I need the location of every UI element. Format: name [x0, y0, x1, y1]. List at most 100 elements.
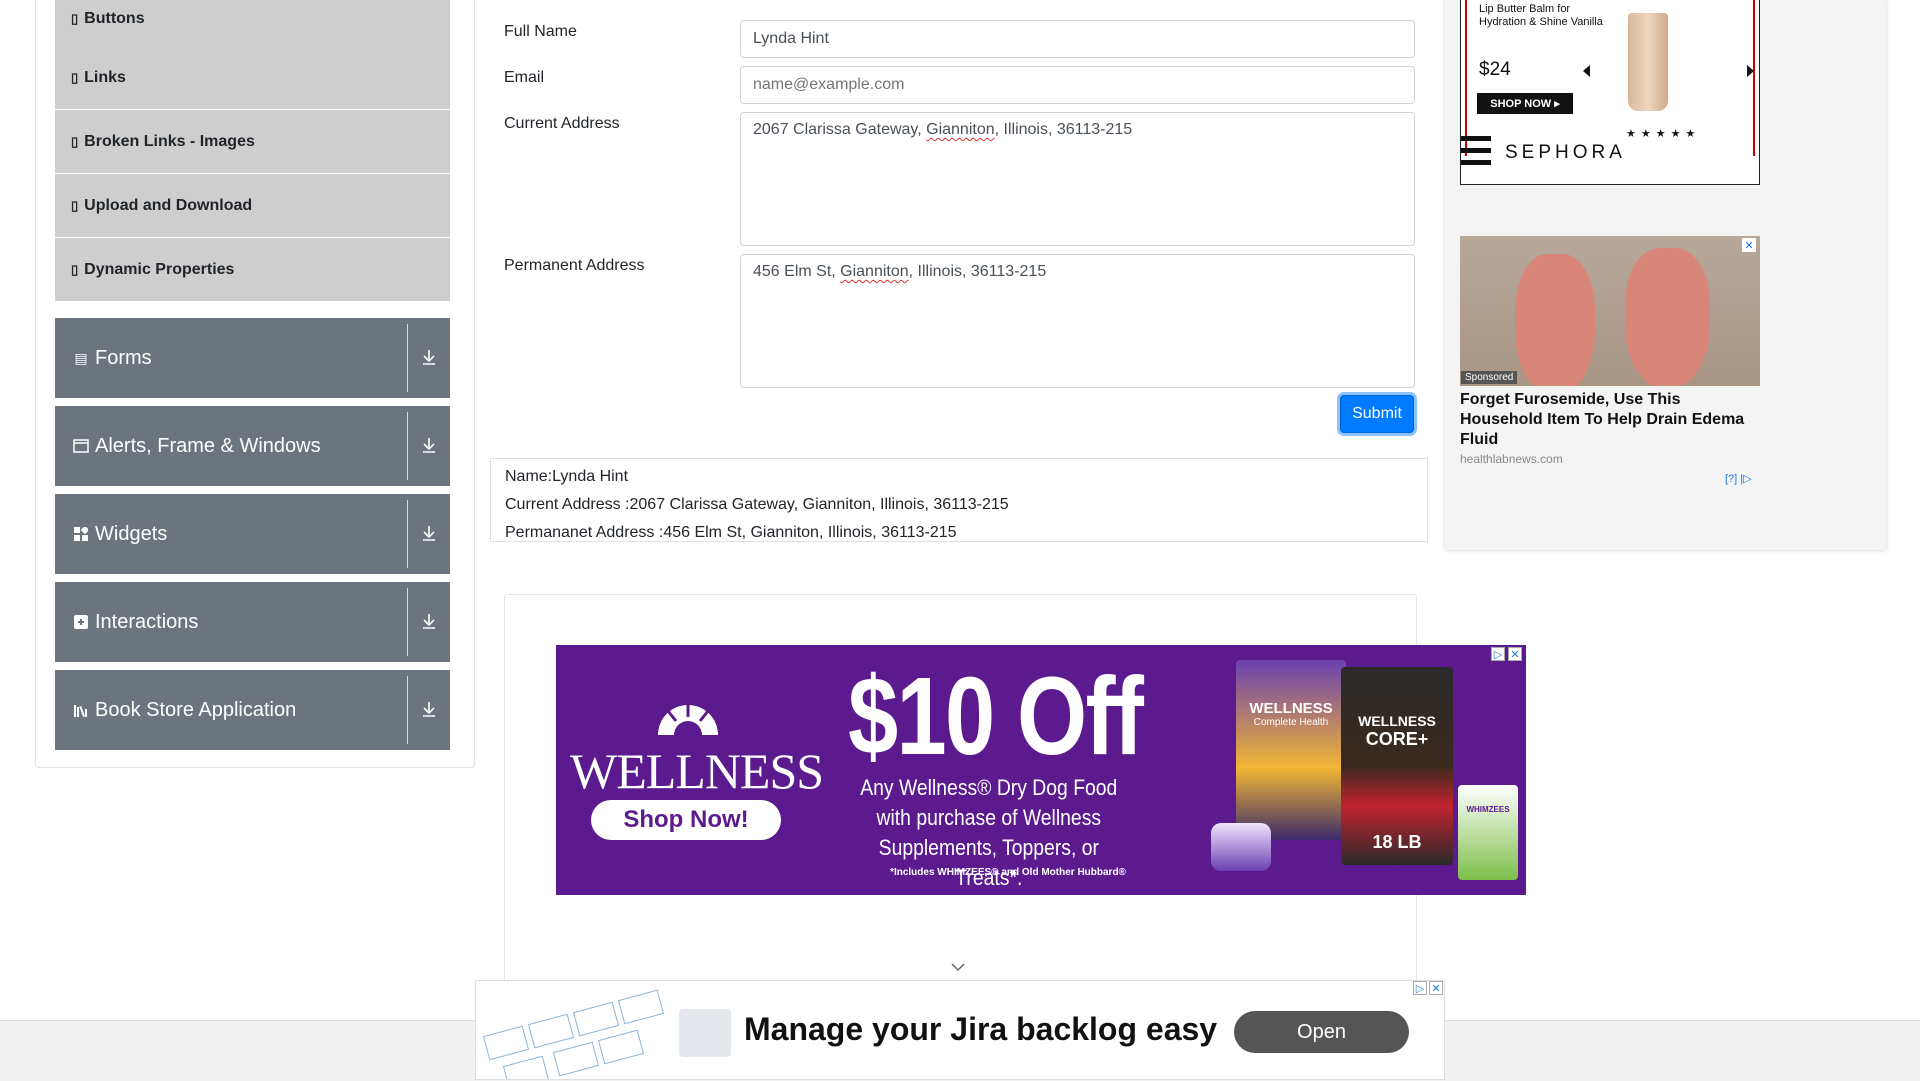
- carousel-next-icon[interactable]: [1746, 65, 1754, 77]
- widgets-icon: [73, 526, 89, 542]
- group-label: Widgets: [95, 522, 168, 545]
- current-address-label: Current Address: [504, 115, 620, 132]
- open-button[interactable]: Open: [1234, 1011, 1409, 1053]
- shop-now-button[interactable]: SHOP NOW ▸: [1477, 93, 1573, 114]
- sephora-ad[interactable]: Lip Butter Balm for Hydration & Shine Va…: [1460, 0, 1760, 185]
- email-label: Email: [504, 69, 545, 86]
- bag-sub: CORE+: [1365, 729, 1429, 749]
- rating-stars: ★★★★★: [1626, 128, 1701, 140]
- menu-stripes-icon: [1461, 136, 1491, 165]
- spellcheck-word: Gianniton: [840, 263, 909, 280]
- sidebar-group-forms[interactable]: ▤ Forms: [55, 318, 450, 398]
- supplement-jar: [1211, 823, 1271, 871]
- accent-line: [1753, 0, 1755, 156]
- ad-fineprint: *Includes WHIMZEES® and Old Mother Hubba…: [890, 867, 1126, 878]
- permanent-address-textarea[interactable]: 456 Elm St, Gianniton, Illinois, 36113-2…: [740, 254, 1415, 388]
- wellness-brand: WELLNESS: [570, 743, 824, 799]
- sidebar-group-widgets[interactable]: Widgets: [55, 494, 450, 574]
- submit-button[interactable]: Submit: [1340, 395, 1414, 433]
- adchoices-icon[interactable]: ▷: [1491, 647, 1505, 661]
- address-text: 2067 Clarissa Gateway,: [753, 121, 927, 138]
- download-icon[interactable]: [418, 522, 440, 544]
- permanent-address-label: Permanent Address: [504, 257, 645, 274]
- divider: [407, 588, 408, 656]
- divider: [407, 500, 408, 568]
- chevron-down-icon[interactable]: [950, 962, 966, 972]
- sun-logo-icon: [657, 703, 718, 749]
- wellness-ad[interactable]: WELLNESS Shop Now! $10 Off Any Wellness®…: [556, 645, 1526, 895]
- bag-sub: Complete Health: [1253, 717, 1329, 728]
- treat-pouch: WHIMZEES: [1458, 785, 1518, 880]
- output-name: Name:Lynda Hint: [505, 468, 629, 485]
- bookstore-icon: [73, 702, 89, 718]
- output-permanent-address: Permananet Address :456 Elm St, Giannito…: [505, 524, 957, 541]
- dog-food-bag: WELLNESS Complete Health: [1236, 660, 1346, 840]
- ad-headline: $10 Off: [848, 655, 1144, 778]
- adchoices-icon[interactable]: [?] |▷: [1725, 472, 1752, 485]
- group-label: Alerts, Frame & Windows: [95, 434, 321, 457]
- item-icon: ▯: [71, 261, 79, 277]
- item-icon: ▯: [71, 10, 79, 26]
- product-image: [1628, 13, 1668, 111]
- address-text: , Illinois, 36113-215: [994, 121, 1133, 138]
- sidebar-item-label: Dynamic Properties: [84, 260, 235, 278]
- ad-subtext-line: Any Wellness® Dry Dog Food: [860, 775, 1118, 800]
- product-price: $24: [1479, 59, 1511, 80]
- sponsored-badge: Sponsored: [1461, 371, 1518, 384]
- divider: [407, 412, 408, 480]
- email-input[interactable]: [740, 66, 1415, 104]
- group-label: Forms: [95, 346, 152, 369]
- window-icon: [73, 438, 89, 454]
- bag-brand: WHIMZEES: [1466, 805, 1510, 814]
- sidebar-item-label: Buttons: [84, 9, 145, 27]
- download-icon[interactable]: [418, 610, 440, 632]
- item-icon: ▯: [71, 133, 79, 149]
- download-icon[interactable]: [418, 434, 440, 456]
- close-icon[interactable]: ✕: [1742, 238, 1756, 252]
- sidebar-group-bookstore[interactable]: Book Store Application: [55, 670, 450, 750]
- foot-shape: [1625, 248, 1710, 386]
- foot-shape: [1515, 254, 1595, 386]
- full-name-input[interactable]: [740, 20, 1415, 58]
- shop-now-button[interactable]: Shop Now!: [591, 800, 781, 840]
- sidebar-item-links[interactable]: ▯ Links: [55, 46, 450, 110]
- adchoices-icon[interactable]: ▷: [1413, 981, 1427, 995]
- sidebar-item-label: Upload and Download: [84, 196, 253, 214]
- dog-food-bag: WELLNESS CORE+ 18 LB: [1341, 667, 1453, 865]
- sidebar-item-label: Links: [84, 68, 126, 86]
- group-label: Interactions: [95, 610, 199, 633]
- spellcheck-word: Gianniton: [926, 121, 995, 138]
- ad-source: healthlabnews.com: [1460, 452, 1563, 466]
- cards-illustration: [482, 989, 665, 1079]
- product-name-line: Lip Butter Balm for: [1479, 3, 1571, 15]
- output-box: Name:Lynda Hint Current Address :2067 Cl…: [490, 458, 1428, 542]
- sidebar-item-upload-download[interactable]: ▯ Upload and Download: [55, 174, 450, 238]
- ad-title: Manage your Jira backlog easy: [744, 1011, 1218, 1047]
- address-text: , Illinois, 36113-215: [908, 263, 1047, 280]
- sidebar-item-buttons[interactable]: ▯ Buttons: [55, 0, 450, 50]
- carousel-prev-icon[interactable]: [1583, 65, 1591, 77]
- sidebar-item-broken-links[interactable]: ▯ Broken Links - Images: [55, 110, 450, 174]
- output-current-address: Current Address :2067 Clarissa Gateway, …: [505, 496, 1009, 513]
- bag-brand: WELLNESS: [1358, 713, 1436, 729]
- edema-ad-image[interactable]: ✕: [1460, 236, 1760, 386]
- ad-title[interactable]: Forget Furosemide, Use This Household It…: [1460, 390, 1760, 450]
- form-icon: ▤: [74, 349, 88, 366]
- sidebar-group-interactions[interactable]: Interactions: [55, 582, 450, 662]
- sephora-brand: SEPHORA: [1505, 142, 1626, 163]
- bag-weight: 18 LB: [1372, 832, 1422, 852]
- close-icon[interactable]: ✕: [1429, 981, 1443, 995]
- download-icon[interactable]: [418, 698, 440, 720]
- product-name: Lip Butter Balm for Hydration & Shine Va…: [1479, 3, 1603, 29]
- close-icon[interactable]: ✕: [1508, 647, 1522, 661]
- jira-ad[interactable]: Manage your Jira backlog easy Open ▷ ✕: [475, 980, 1445, 1080]
- divider: [407, 676, 408, 744]
- sidebar-item-dynamic-properties[interactable]: ▯ Dynamic Properties: [55, 238, 450, 302]
- wellness-logo: WELLNESS: [570, 695, 824, 800]
- divider: [407, 324, 408, 392]
- download-icon[interactable]: [418, 346, 440, 368]
- current-address-textarea[interactable]: 2067 Clarissa Gateway, Gianniton, Illino…: [740, 112, 1415, 246]
- address-text: 456 Elm St,: [753, 263, 841, 280]
- item-icon: ▯: [71, 69, 79, 85]
- sidebar-group-alerts[interactable]: Alerts, Frame & Windows: [55, 406, 450, 486]
